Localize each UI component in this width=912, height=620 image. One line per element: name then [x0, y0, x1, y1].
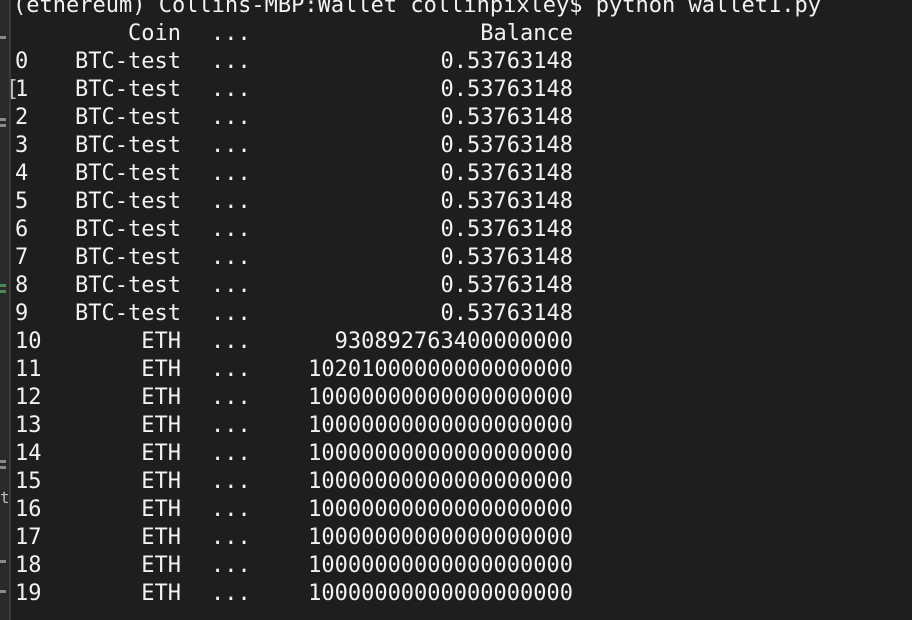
gutter-marker [0, 590, 6, 593]
row-balance: 0.53763148 [440, 49, 573, 74]
row-balance: 10000000000000000000 [308, 553, 573, 578]
gutter-marker [0, 460, 6, 463]
row-balance: 0.53763148 [440, 189, 573, 214]
row-balance: 0.53763148 [440, 301, 573, 326]
row-balance: 0.53763148 [440, 133, 573, 158]
gutter-marker [0, 560, 6, 563]
row-balance: 0.53763148 [440, 273, 573, 298]
row-balance: 10000000000000000000 [308, 469, 573, 494]
row-balance: 930892763400000000 [334, 329, 573, 354]
row-balance: 0.53763148 [440, 161, 573, 186]
row-balance: 10201000000000000000 [308, 357, 573, 382]
row-balance: 10000000000000000000 [308, 497, 573, 522]
shell-prompt: (ethereum) Collins-MBP:Wallet collinpixl… [13, 0, 821, 18]
row-balance: 0.53763148 [440, 77, 573, 102]
column-header-balance: Balance [480, 21, 573, 46]
table-header: Coin ... Balance [13, 20, 573, 48]
terminal-window[interactable]: t (ethereum) Collins-MBP:Wallet collinpi… [0, 0, 912, 620]
gutter-marker [0, 36, 6, 39]
gutter-marker-green [0, 284, 6, 287]
row-balance: 0.53763148 [440, 105, 573, 130]
row-balance: 10000000000000000000 [308, 441, 573, 466]
gutter-marker-green [0, 290, 6, 293]
row-balance: 10000000000000000000 [308, 385, 573, 410]
row-balance: 0.53763148 [440, 217, 573, 242]
gutter-marker [0, 466, 6, 469]
row-balance: 10000000000000000000 [308, 581, 573, 606]
row-balance: 10000000000000000000 [308, 525, 573, 550]
row-balance: 10000000000000000000 [308, 413, 573, 438]
gutter-marker [0, 118, 6, 121]
row-balance: 0.53763148 [440, 245, 573, 270]
gutter-marker [0, 124, 6, 127]
